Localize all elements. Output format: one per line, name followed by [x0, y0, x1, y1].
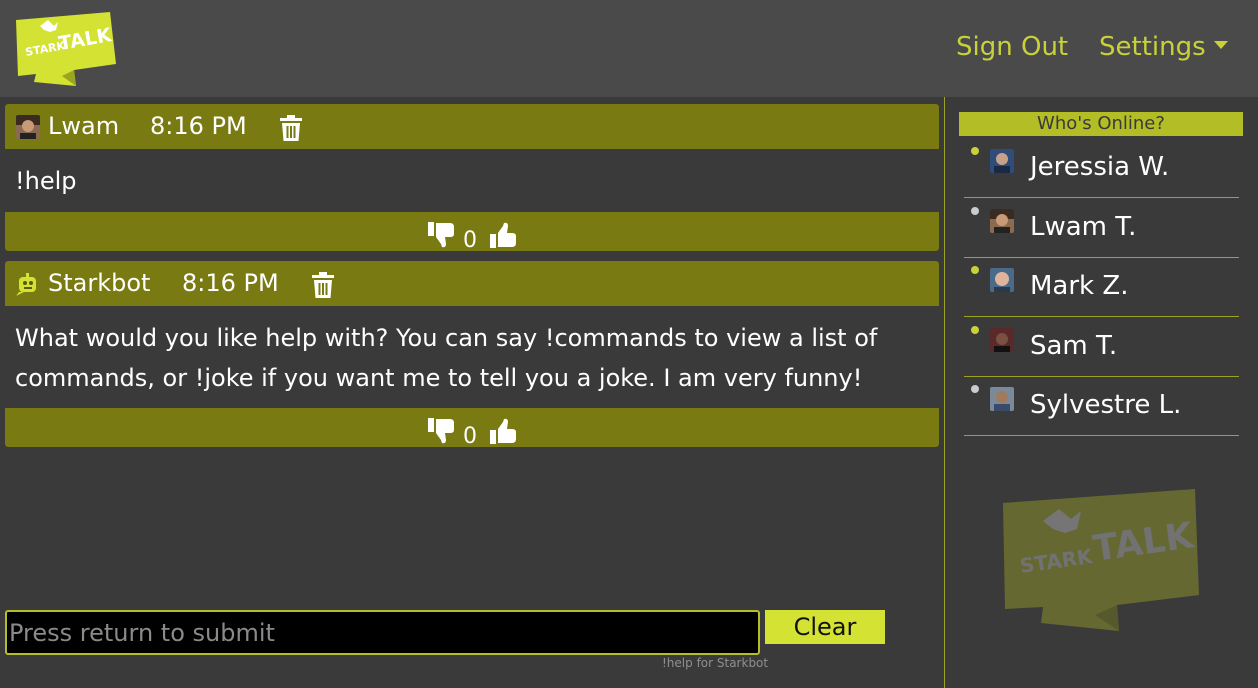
online-status-dot: [971, 326, 979, 334]
online-user[interactable]: Mark Z.: [964, 258, 1239, 317]
user-name: Jeressia W.: [1030, 152, 1170, 182]
settings-dropdown[interactable]: Settings: [1099, 32, 1228, 62]
sign-out-link[interactable]: Sign Out: [956, 32, 1068, 62]
offline-status-dot: [971, 385, 979, 393]
starktalk-logo[interactable]: STARK TALK: [14, 12, 118, 86]
clear-button[interactable]: Clear: [765, 610, 885, 644]
starkbot-hint: !help for Starkbot: [662, 656, 769, 670]
chat-message: Starkbot 8:16 PM What would you like hel…: [5, 261, 939, 447]
user-photo-icon: [990, 268, 1014, 292]
offline-status-dot: [971, 207, 979, 215]
user-photo-icon: [990, 328, 1014, 352]
user-photo-icon: [990, 209, 1014, 233]
logo-banner-icon: STARK TALK: [1003, 489, 1199, 631]
thumbs-up-icon[interactable]: [490, 222, 518, 248]
caret-down-icon: [1213, 40, 1228, 49]
message-footer: 0: [5, 212, 939, 251]
user-name: Mark Z.: [1030, 271, 1129, 301]
online-title: Who's Online?: [959, 112, 1243, 136]
vote-count: 0: [463, 424, 477, 447]
message-header: Starkbot 8:16 PM: [5, 261, 939, 306]
online-sidebar: Who's Online? Jeressia W. Lwam T. Mark Z…: [944, 97, 1258, 688]
online-user[interactable]: Lwam T.: [964, 199, 1239, 258]
online-status-dot: [971, 147, 979, 155]
vote-controls: 0: [428, 418, 528, 447]
settings-label: Settings: [1099, 32, 1206, 62]
chat-message: Lwam 8:16 PM !help 0: [5, 104, 939, 251]
logo-banner-icon: STARK TALK: [16, 12, 116, 86]
thumbs-up-icon[interactable]: [490, 418, 518, 444]
user-name: Lwam T.: [1030, 212, 1137, 242]
sign-out-label: Sign Out: [956, 32, 1069, 62]
trash-icon[interactable]: [311, 272, 335, 298]
user-photo-icon: [16, 115, 40, 139]
message-time: 8:16 PM: [182, 269, 279, 297]
message-footer: 0: [5, 408, 939, 447]
vote-controls: 0: [428, 222, 528, 251]
bot-icon: [16, 273, 36, 296]
online-status-dot: [971, 266, 979, 274]
online-user[interactable]: Sam T.: [964, 318, 1239, 377]
online-user[interactable]: Sylvestre L.: [964, 377, 1239, 436]
message-text: What would you like help with? You can s…: [15, 324, 878, 392]
message-text: !help: [15, 167, 77, 195]
thumbs-down-icon[interactable]: [428, 418, 456, 444]
vote-count: 0: [463, 228, 477, 251]
online-user[interactable]: Jeressia W.: [964, 139, 1239, 198]
message-input[interactable]: [5, 610, 760, 655]
app-header: STARK TALK Sign Out Settings: [0, 0, 1258, 97]
message-header: Lwam 8:16 PM: [5, 104, 939, 149]
user-name: Sylvestre L.: [1030, 390, 1182, 420]
starktalk-watermark: STARK TALK: [1001, 489, 1201, 634]
message-time: 8:16 PM: [150, 112, 247, 140]
user-photo-icon: [990, 387, 1014, 411]
user-photo-icon: [990, 149, 1014, 173]
trash-icon[interactable]: [279, 115, 303, 141]
thumbs-down-icon[interactable]: [428, 222, 456, 248]
message-author: Lwam: [48, 112, 120, 140]
user-name: Sam T.: [1030, 331, 1118, 361]
message-author: Starkbot: [48, 269, 151, 297]
